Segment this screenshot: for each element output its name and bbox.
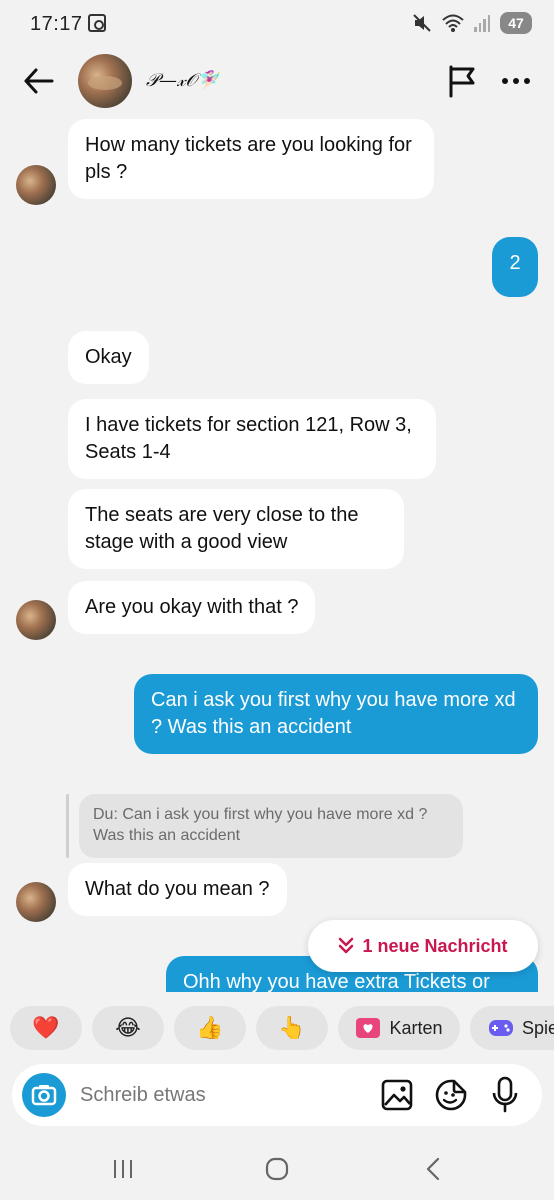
new-message-button[interactable]: 1 neue Nachricht [308,920,538,972]
gallery-icon[interactable] [380,1078,414,1112]
incoming-message[interactable]: Okay [68,331,149,384]
flag-icon[interactable] [446,64,478,98]
home-icon[interactable] [264,1156,290,1182]
contact-name[interactable]: 𝒫—𝓍𝒪🧚🏻‍♀️ [146,70,219,91]
back-arrow-icon[interactable] [22,64,56,98]
recent-apps-icon[interactable] [112,1158,134,1180]
quick-thumbs-up-button[interactable]: 👍 [174,1006,246,1050]
message-input[interactable] [80,1064,370,1126]
games-button[interactable]: Spie [470,1006,554,1050]
laugh-emoji: 😂 [115,1015,141,1040]
thumbs-up-emoji: 👍 [196,1015,224,1040]
back-icon[interactable] [422,1156,444,1182]
quick-reactions: ❤️ 😂 👍 👆 Karten Spie [0,1006,554,1052]
quick-point-up-button[interactable]: 👆 [256,1006,328,1050]
incoming-message[interactable]: How many tickets are you looking for pls… [68,119,434,199]
incoming-message[interactable]: I have tickets for section 121, Row 3, S… [68,399,436,479]
status-time: 17:17 [30,13,83,35]
reply-quote-bar [66,794,69,858]
wifi-icon [442,14,464,32]
outgoing-message[interactable]: Can i ask you first why you have more xd… [134,674,538,754]
reply-quote: Du: Can i ask you first why you have mor… [66,794,466,858]
more-options-icon[interactable] [500,64,532,98]
chat-header: 𝒫—𝓍𝒪🧚🏻‍♀️ [0,52,554,112]
point-up-emoji: 👆 [278,1015,306,1040]
reply-quote-text: Du: Can i ask you first why you have mor… [79,794,463,858]
contact-avatar[interactable] [78,54,132,108]
status-icons: 47 [412,12,532,34]
microphone-icon[interactable] [490,1076,520,1114]
heart-emoji: ❤️ [32,1015,60,1040]
games-label: Spie [522,1017,554,1038]
incoming-message[interactable]: The seats are very close to the stage wi… [68,489,404,569]
incoming-message[interactable]: What do you mean ? [68,863,287,916]
status-bar: 17:17 47 [0,0,554,52]
contact-avatar-small[interactable] [16,165,56,205]
game-controller-icon [489,1020,513,1036]
contact-avatar-small[interactable] [16,600,56,640]
cards-label: Karten [389,1017,443,1038]
outgoing-message[interactable]: 2 [492,237,538,297]
cards-button[interactable]: Karten [338,1006,460,1050]
signal-icon [474,14,490,32]
mute-icon [413,14,431,32]
contact-avatar-small[interactable] [16,882,56,922]
camera-icon [31,1085,57,1106]
battery-indicator: 47 [500,12,532,34]
sticker-icon[interactable] [434,1078,468,1112]
system-nav-bar [0,1140,554,1200]
quick-laugh-button[interactable]: 😂 [92,1006,164,1050]
card-icon [356,1018,381,1038]
message-list[interactable]: How many tickets are you looking for pls… [0,112,554,992]
new-message-label: 1 neue Nachricht [362,935,508,956]
message-composer [12,1064,542,1126]
camera-button[interactable] [22,1073,66,1117]
screen-record-icon [88,14,106,32]
double-chevron-down-icon [339,937,354,954]
incoming-message[interactable]: Are you okay with that ? [68,581,316,634]
quick-heart-button[interactable]: ❤️ [10,1006,82,1050]
